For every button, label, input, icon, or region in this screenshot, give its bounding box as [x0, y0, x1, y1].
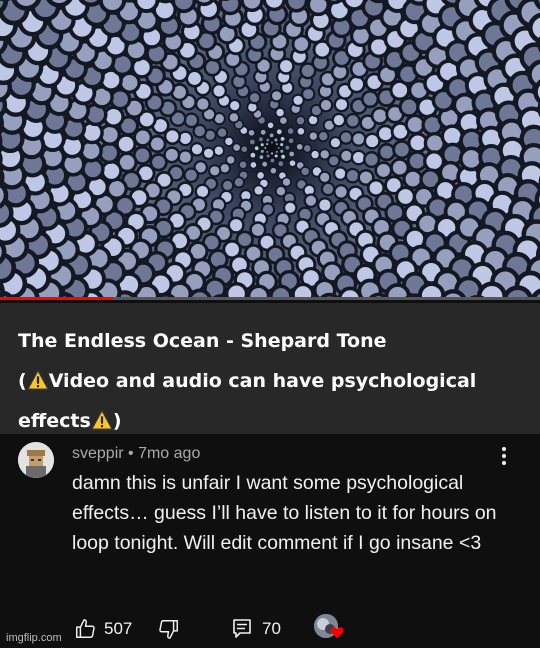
video-title-area: The Endless Ocean - Shepard Tone (Video … — [0, 303, 540, 434]
more-vert-icon[interactable] — [494, 444, 514, 470]
video-title: The Endless Ocean - Shepard Tone (Video … — [18, 321, 524, 441]
meta-separator: • — [123, 445, 139, 462]
reply-icon — [233, 619, 251, 638]
warning-icon — [26, 370, 49, 390]
warning-icon — [90, 410, 113, 430]
comment-age: 7mo ago — [138, 445, 201, 462]
title-warning-text: Video and audio can have psychological e… — [18, 370, 477, 432]
comment-text: damn this is unfair I want some psycholo… — [72, 472, 497, 554]
comment-author[interactable]: sveppir — [72, 445, 124, 462]
progress-bar-fill — [0, 297, 114, 300]
reply-button[interactable]: 70 — [232, 616, 281, 642]
fractal-spiral-image — [0, 0, 540, 300]
title-line-1: The Endless Ocean - Shepard Tone — [18, 330, 387, 352]
avatar-image — [18, 442, 54, 478]
title-open-paren: ( — [18, 370, 27, 392]
heart-icon — [330, 627, 344, 639]
thumbs-up-icon — [76, 619, 95, 638]
like-button[interactable]: 507 — [74, 616, 132, 642]
video-player[interactable] — [0, 0, 540, 300]
avatar[interactable] — [18, 442, 54, 478]
comment-meta: sveppir • 7mo ago — [72, 445, 200, 463]
like-count: 507 — [104, 619, 133, 638]
dislike-button[interactable] — [158, 616, 180, 642]
watermark: imgflip.com — [6, 632, 62, 644]
title-close-paren: ) — [112, 410, 122, 432]
reply-count: 70 — [262, 619, 281, 638]
progress-bar[interactable] — [0, 297, 540, 300]
comment: sveppir • 7mo ago damn this is unfair I … — [0, 434, 540, 648]
thumbs-down-icon — [159, 620, 178, 639]
creator-heart-badge — [314, 614, 344, 642]
